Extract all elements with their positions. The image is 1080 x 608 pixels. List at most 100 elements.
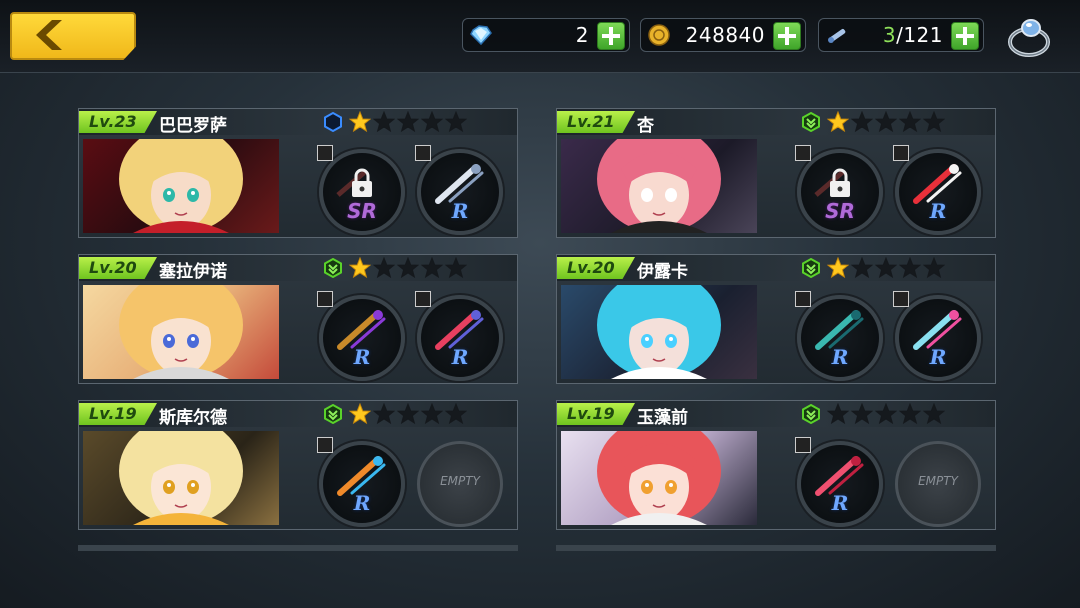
equipment-slot[interactable]: R <box>415 145 503 235</box>
empty-equipment-slot[interactable]: EMPTY <box>895 441 981 527</box>
empty-star-icon <box>397 257 419 279</box>
chevron-rank-icon <box>802 112 820 132</box>
level-text: Lv.20 <box>89 258 137 277</box>
rarity-label: R <box>831 491 849 515</box>
filled-star-icon <box>827 111 849 133</box>
diamond-icon <box>470 25 492 46</box>
star-rating <box>349 257 469 279</box>
slot-corner-icon <box>795 145 811 161</box>
star-rating <box>827 111 947 133</box>
character-portrait[interactable] <box>83 139 279 233</box>
empty-star-icon <box>851 257 873 279</box>
empty-star-icon <box>397 403 419 425</box>
empty-star-icon <box>445 403 467 425</box>
empty-star-icon <box>899 403 921 425</box>
equipment-slot[interactable]: R <box>317 291 405 381</box>
star-rating <box>349 111 469 133</box>
character-portrait[interactable] <box>561 431 757 525</box>
gems-counter: 2 <box>462 18 630 52</box>
equipment-slot[interactable]: R <box>893 291 981 381</box>
add-gold-button[interactable] <box>773 22 801 50</box>
empty-star-icon <box>445 257 467 279</box>
level-text: Lv.20 <box>567 258 615 277</box>
character-card[interactable]: Lv.19 玉藻前 R EMPTY <box>556 400 996 530</box>
level-badge: Lv.19 <box>557 403 635 425</box>
ring-menu-icon[interactable] <box>1004 14 1054 60</box>
character-name: 杏 <box>637 116 654 136</box>
gold-counter: 248840 <box>640 18 806 52</box>
rarity-label: R <box>929 345 947 369</box>
card-header: Lv.19 斯库尔德 <box>79 401 517 428</box>
capacity-counter: 3/121 <box>818 18 984 52</box>
capacity-used: 3 <box>882 23 897 47</box>
filled-star-icon <box>349 111 371 133</box>
equipment-slot[interactable]: SR <box>795 145 883 235</box>
gold-coin-icon <box>648 24 670 46</box>
level-text: Lv.23 <box>89 112 137 131</box>
character-name: 玉藻前 <box>637 408 688 428</box>
rarity-label: R <box>353 491 371 515</box>
empty-label: EMPTY <box>918 474 958 488</box>
rarity-label: R <box>451 199 469 223</box>
equipment-slot[interactable]: R <box>893 145 981 235</box>
empty-star-icon <box>397 111 419 133</box>
empty-star-icon <box>875 111 897 133</box>
rarity-label: SR <box>825 199 855 223</box>
empty-star-icon <box>421 403 443 425</box>
empty-star-icon <box>851 111 873 133</box>
level-badge: Lv.20 <box>557 257 635 279</box>
empty-star-icon <box>899 257 921 279</box>
top-bar: 2 248840 3/121 <box>0 0 1080 73</box>
slot-corner-icon <box>893 145 909 161</box>
gems-value: 2 <box>575 23 589 47</box>
equipment-slot[interactable]: SR <box>317 145 405 235</box>
equipment-slot[interactable]: R <box>317 437 405 527</box>
chevron-rank-icon <box>324 258 342 278</box>
character-portrait[interactable] <box>561 139 757 233</box>
character-card[interactable]: Lv.23 巴巴罗萨 SR R <box>78 108 518 238</box>
character-card[interactable]: Lv.21 杏 SR R <box>556 108 996 238</box>
level-badge: Lv.23 <box>79 111 157 133</box>
add-gems-button[interactable] <box>597 22 625 50</box>
character-portrait[interactable] <box>561 285 757 379</box>
card-header: Lv.20 伊露卡 <box>557 255 995 282</box>
capacity-total: /121 <box>896 23 943 47</box>
card-header: Lv.19 玉藻前 <box>557 401 995 428</box>
rarity-label: R <box>451 345 469 369</box>
equipment-slot[interactable]: R <box>795 437 883 527</box>
empty-star-icon <box>373 111 395 133</box>
slot-corner-icon <box>795 437 811 453</box>
empty-star-icon <box>827 403 849 425</box>
character-card[interactable]: Lv.20 伊露卡 R R <box>556 254 996 384</box>
empty-star-icon <box>923 403 945 425</box>
equipment-slot[interactable]: R <box>795 291 883 381</box>
character-portrait[interactable] <box>83 431 279 525</box>
character-card[interactable]: Lv.19 斯库尔德 R EMPTY <box>78 400 518 530</box>
level-text: Lv.19 <box>567 404 615 423</box>
character-portrait[interactable] <box>83 285 279 379</box>
add-capacity-button[interactable] <box>951 22 979 50</box>
card-header: Lv.23 巴巴罗萨 <box>79 109 517 136</box>
level-text: Lv.19 <box>89 404 137 423</box>
card-header: Lv.21 杏 <box>557 109 995 136</box>
character-name: 巴巴罗萨 <box>159 116 227 136</box>
next-card-edge-right <box>556 545 996 551</box>
rarity-label: R <box>831 345 849 369</box>
empty-star-icon <box>445 111 467 133</box>
character-name: 伊露卡 <box>637 262 688 282</box>
chevron-rank-icon <box>802 404 820 424</box>
back-button[interactable] <box>10 12 136 60</box>
chevron-rank-icon <box>802 258 820 278</box>
chevron-rank-icon <box>324 404 342 424</box>
rarity-label: R <box>929 199 947 223</box>
level-badge: Lv.20 <box>79 257 157 279</box>
star-rating <box>827 257 947 279</box>
back-arrow-icon <box>36 20 62 50</box>
empty-equipment-slot[interactable]: EMPTY <box>417 441 503 527</box>
star-rating <box>349 403 469 425</box>
equipment-slot[interactable]: R <box>415 291 503 381</box>
slot-corner-icon <box>317 437 333 453</box>
character-card[interactable]: Lv.20 塞拉伊诺 R R <box>78 254 518 384</box>
empty-star-icon <box>875 403 897 425</box>
empty-star-icon <box>875 257 897 279</box>
